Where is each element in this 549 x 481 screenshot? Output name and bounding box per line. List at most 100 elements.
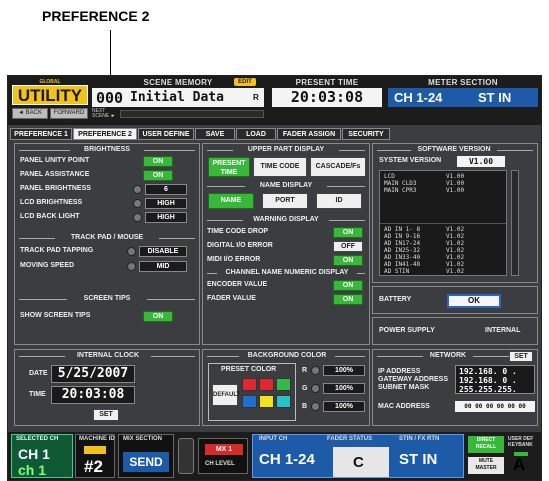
machine-id-display: MACHINE ID #2 [75, 434, 115, 478]
scene-protect-flag: R [253, 93, 259, 102]
version-value: V1.02 [446, 261, 465, 268]
header-bar: GLOBAL UTILITY ◄ BACK FORWARD ► SCENE ME… [8, 76, 541, 125]
present-time-label: PRESENT TIME [295, 78, 359, 87]
default-color-button[interactable]: DEFAULT [212, 384, 240, 406]
show-screen-tips-button[interactable]: ON [143, 311, 173, 322]
preset-color-box: PRESET COLOR DEFAULT [208, 363, 296, 421]
upper-part-display-title: UPPER PART DISPLAY [233, 146, 339, 153]
cascade-fs-option[interactable]: CASCADE/Fs [310, 157, 366, 177]
green-knob-icon[interactable] [311, 384, 320, 393]
digital-io-error-button[interactable]: OFF [333, 241, 363, 252]
time-field[interactable]: 20:03:08 [51, 386, 135, 404]
meter-ch-label: CH 1-24 [394, 90, 443, 105]
panel-brightness-knob-icon[interactable] [133, 185, 142, 194]
encoder-knob-icon[interactable] [178, 438, 194, 474]
send-button[interactable]: SEND [123, 452, 169, 472]
background-color-title: BACKGROUND COLOR [239, 352, 335, 359]
scene-display[interactable]: 000 Initial Data R [92, 88, 264, 107]
blue-label: B [302, 403, 308, 410]
meter-section-display[interactable]: CH 1-24 ST IN [388, 88, 538, 107]
panel-brightness-value: 6 [145, 184, 187, 195]
tab-preference-1[interactable]: PREFERENCE 1 [10, 128, 72, 140]
version-name: AD IN25-32 [384, 247, 421, 254]
color-swatch[interactable] [276, 395, 291, 408]
utility-button[interactable]: UTILITY [12, 85, 88, 105]
panel-unity-point-button[interactable]: ON [143, 156, 173, 167]
direct-recall-button[interactable]: DIRECT RECALL [468, 436, 504, 453]
machine-id-label: MACHINE ID [79, 436, 115, 442]
panel-assistance-button[interactable]: ON [143, 170, 173, 181]
power-supply-row: POWER SUPPLY INTERNAL [372, 317, 538, 345]
selected-channel-display[interactable]: SELECTED CH CH 1 ch 1 [11, 434, 73, 478]
tab-security[interactable]: SECURITY [342, 128, 390, 140]
midi-io-error-button[interactable]: ON [333, 255, 363, 266]
preset-color-label: PRESET COLOR [221, 366, 277, 373]
id-option[interactable]: ID [316, 193, 362, 209]
machine-id-indicator [84, 446, 106, 454]
tab-preference-2[interactable]: PREFERENCE 2 [73, 128, 137, 140]
moving-speed-knob-icon[interactable] [127, 262, 136, 271]
date-field[interactable]: 5/25/2007 [51, 365, 135, 383]
subnet-mask-value: 255.255.255. [459, 385, 517, 394]
version-name: AD IN33-40 [384, 254, 421, 261]
screen-tips-title: SCREEN TIPS [67, 295, 147, 302]
tab-fader-assign[interactable]: FADER ASSIGN [277, 128, 341, 140]
encoder-value-button[interactable]: ON [333, 280, 363, 291]
color-swatch[interactable] [259, 378, 274, 391]
software-version-panel: SOFTWARE VERSION SYSTEM VERSION V1.00 LC… [372, 143, 538, 283]
tab-user-define[interactable]: USER DEFINE [138, 128, 194, 140]
forward-button[interactable]: FORWARD ► [50, 108, 88, 125]
tab-save[interactable]: SAVE [195, 128, 235, 140]
version-name: AD IN17-24 [384, 240, 421, 247]
mix-section-label: MIX SECTION [123, 436, 163, 442]
blue-value: 100% [323, 401, 365, 412]
scene-number: 000 [96, 89, 124, 107]
lcd-back-light-knob-icon[interactable] [133, 213, 142, 222]
port-option[interactable]: PORT [262, 193, 308, 209]
network-set-button[interactable]: SET [509, 351, 533, 362]
scene-name: Initial Data [130, 90, 224, 105]
power-supply-value: INTERNAL [485, 327, 521, 334]
system-version-label: SYSTEM VERSION [379, 157, 442, 164]
present-time-option[interactable]: PRESENT TIME [208, 157, 250, 177]
lcd-back-light-value: HIGH [145, 212, 187, 223]
blue-knob-icon[interactable] [311, 402, 320, 411]
back-button[interactable]: ◄ BACK [12, 108, 48, 119]
track-pad-tapping-knob-icon[interactable] [127, 247, 136, 256]
layer-display[interactable]: INPUT CH CH 1-24 FADER STATUS C STIN / F… [252, 434, 464, 478]
version-name: MAIN CPR3 [384, 187, 417, 194]
selected-ch-sub: ch 1 [18, 462, 47, 478]
version-divider [380, 223, 506, 224]
color-swatch[interactable] [259, 395, 274, 408]
color-swatch[interactable] [242, 395, 257, 408]
callout-preference-2: PREFERENCE 2 [42, 8, 150, 24]
green-value: 100% [323, 383, 365, 394]
time-code-drop-button[interactable]: ON [333, 227, 363, 238]
color-swatch[interactable] [242, 378, 257, 391]
fader-value-label: FADER VALUE [207, 295, 256, 302]
mac-address-label: MAC ADDRESS [378, 403, 430, 410]
ip-address-value: 192.168. 0 . [459, 367, 517, 376]
green-label: G [302, 385, 308, 392]
name-option[interactable]: NAME [208, 193, 254, 209]
tab-load[interactable]: LOAD [236, 128, 276, 140]
red-knob-icon[interactable] [311, 366, 320, 375]
power-supply-label: POWER SUPPLY [379, 327, 435, 334]
version-list-scrollbar[interactable] [511, 170, 519, 276]
warning-display-title: WARNING DISPLAY [243, 216, 329, 223]
time-code-drop-label: TIME CODE DROP [207, 228, 269, 235]
next-scene-label: NEXT SCENE ► [92, 108, 116, 119]
network-address-box[interactable]: 192.168. 0 . 192.168. 0 . 255.255.255. [455, 365, 535, 394]
version-name: AD IN41-48 [384, 261, 421, 268]
clock-set-button[interactable]: SET [93, 409, 119, 421]
lcd-brightness-value: HIGH [145, 198, 187, 209]
panel-brightness-label: PANEL BRIGHTNESS [20, 185, 91, 192]
time-code-option[interactable]: TIME CODE [253, 157, 307, 177]
mute-master-button[interactable]: MUTE MASTER [468, 457, 504, 474]
present-time-display: 20:03:08 [272, 88, 382, 107]
midi-io-error-label: MIDI I/O ERROR [207, 256, 261, 263]
utility-screen: GLOBAL UTILITY ◄ BACK FORWARD ► SCENE ME… [7, 75, 542, 481]
lcd-brightness-knob-icon[interactable] [133, 199, 142, 208]
fader-value-button[interactable]: ON [333, 294, 363, 305]
color-swatch[interactable] [276, 378, 291, 391]
